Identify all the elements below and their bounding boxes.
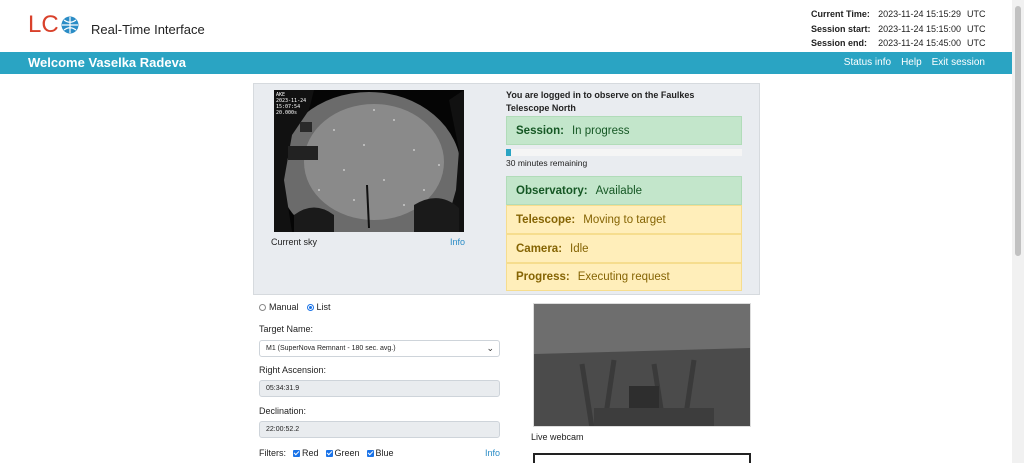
timezone-label: UTC — [967, 9, 986, 19]
mode-list-radio[interactable]: List — [306, 302, 331, 312]
progress-label: Progress: — [516, 271, 570, 283]
filter-green-label: Green — [334, 448, 360, 458]
globe-icon — [60, 14, 80, 42]
camera-label: Camera: — [516, 242, 563, 255]
camera-value: Idle — [570, 242, 589, 255]
mode-selector: Manual List — [259, 302, 331, 312]
chevron-down-icon: ⌄ — [486, 343, 494, 353]
sky-stamp-line: 20.000s — [276, 110, 298, 116]
session-times: Current Time: 2023-11-24 15:15:29 UTC Sess… — [811, 7, 986, 51]
session-start-value: 2023-11-24 15:15:00 — [878, 23, 961, 34]
observatory-status: Observatory: Available — [506, 176, 742, 205]
checkbox-checked-icon — [325, 449, 333, 457]
filter-red-checkbox[interactable]: Red — [293, 448, 319, 458]
scrollbar-thumb[interactable] — [1015, 6, 1021, 256]
welcome-bar: Welcome Vaselka Radeva Status info Help … — [0, 52, 1012, 74]
target-name-value: M1 (SuperNova Remnant - 180 sec. avg.) — [266, 345, 396, 352]
status-panel: AKE 2023-11-24 15:07:54 20.000s Current … — [253, 83, 760, 295]
camera-status: Camera: Idle — [506, 234, 742, 263]
session-status: Session: In progress — [506, 116, 742, 145]
lco-logo: LC — [28, 11, 80, 42]
current-time-label: Current Time: — [811, 9, 870, 19]
session-label: Session: — [516, 124, 564, 137]
mode-manual-label: Manual — [269, 302, 299, 312]
logged-in-message: You are logged in to observe on the Faul… — [506, 90, 695, 113]
mode-manual-radio[interactable]: Manual — [259, 302, 299, 312]
timezone-label: UTC — [967, 23, 986, 34]
filter-red-label: Red — [302, 448, 319, 458]
lower-panel — [533, 453, 751, 463]
exit-session-link[interactable]: Exit session — [932, 57, 985, 68]
mode-list-label: List — [316, 302, 331, 312]
right-ascension-field: 05:34:31.9 — [259, 380, 500, 397]
radio-selected-icon — [306, 303, 314, 311]
sky-info-link[interactable]: Info — [450, 237, 465, 247]
declination-label: Declination: — [259, 406, 307, 416]
radio-icon — [259, 303, 266, 311]
help-link[interactable]: Help — [901, 57, 922, 68]
nav-links: Status info Help Exit session — [844, 57, 985, 68]
all-sky-image: AKE 2023-11-24 15:07:54 20.000s — [274, 90, 464, 232]
live-webcam-image — [533, 303, 751, 427]
telescope-value: Moving to target — [583, 213, 666, 226]
page-scrollbar[interactable] — [1012, 0, 1024, 463]
top-header: LC Real-Time Interface Current Time: 2023… — [0, 0, 1012, 52]
declination-value: 22:00:52.2 — [266, 426, 300, 433]
status-info-link[interactable]: Status info — [844, 57, 891, 68]
sky-caption: Current sky — [271, 237, 318, 247]
progress-value: Executing request — [577, 271, 670, 283]
filter-green-checkbox[interactable]: Green — [325, 448, 360, 458]
checkbox-checked-icon — [366, 449, 374, 457]
telescope-label: Telescope: — [516, 213, 576, 226]
session-progress-bar — [506, 149, 742, 156]
session-end-label: Session end: — [811, 38, 868, 48]
app-title: Real-Time Interface — [91, 22, 205, 37]
session-value: In progress — [571, 124, 630, 137]
session-progress-fill — [506, 149, 511, 156]
declination-field: 22:00:52.2 — [259, 421, 500, 438]
filters-row: Filters: Red Green Blue Info — [259, 448, 500, 458]
filter-blue-label: Blue — [375, 448, 394, 458]
target-name-select[interactable]: M1 (SuperNova Remnant - 180 sec. avg.) ⌄ — [259, 340, 500, 357]
session-end-value: 2023-11-24 15:45:00 — [878, 38, 961, 48]
welcome-text: Welcome Vaselka Radeva — [28, 55, 187, 70]
webcam-caption: Live webcam — [531, 432, 584, 442]
filter-blue-checkbox[interactable]: Blue — [366, 448, 394, 458]
session-start-label: Session start: — [811, 23, 871, 34]
target-name-label: Target Name: — [259, 324, 314, 334]
progress-status: Progress: Executing request — [506, 263, 742, 291]
filters-label: Filters: — [259, 448, 286, 458]
right-ascension-value: 05:34:31.9 — [266, 385, 300, 392]
telescope-status: Telescope: Moving to target — [506, 205, 742, 234]
observatory-label: Observatory: — [516, 184, 588, 197]
timezone-label: UTC — [967, 38, 986, 48]
remaining-time: 30 minutes remaining — [506, 158, 588, 168]
logo-text: LC — [28, 11, 59, 38]
observatory-value: Available — [595, 184, 643, 197]
current-time-value: 2023-11-24 15:15:29 — [878, 9, 961, 19]
filters-info-link[interactable]: Info — [485, 448, 500, 458]
right-ascension-label: Right Ascension: — [259, 365, 327, 375]
checkbox-checked-icon — [293, 449, 300, 457]
